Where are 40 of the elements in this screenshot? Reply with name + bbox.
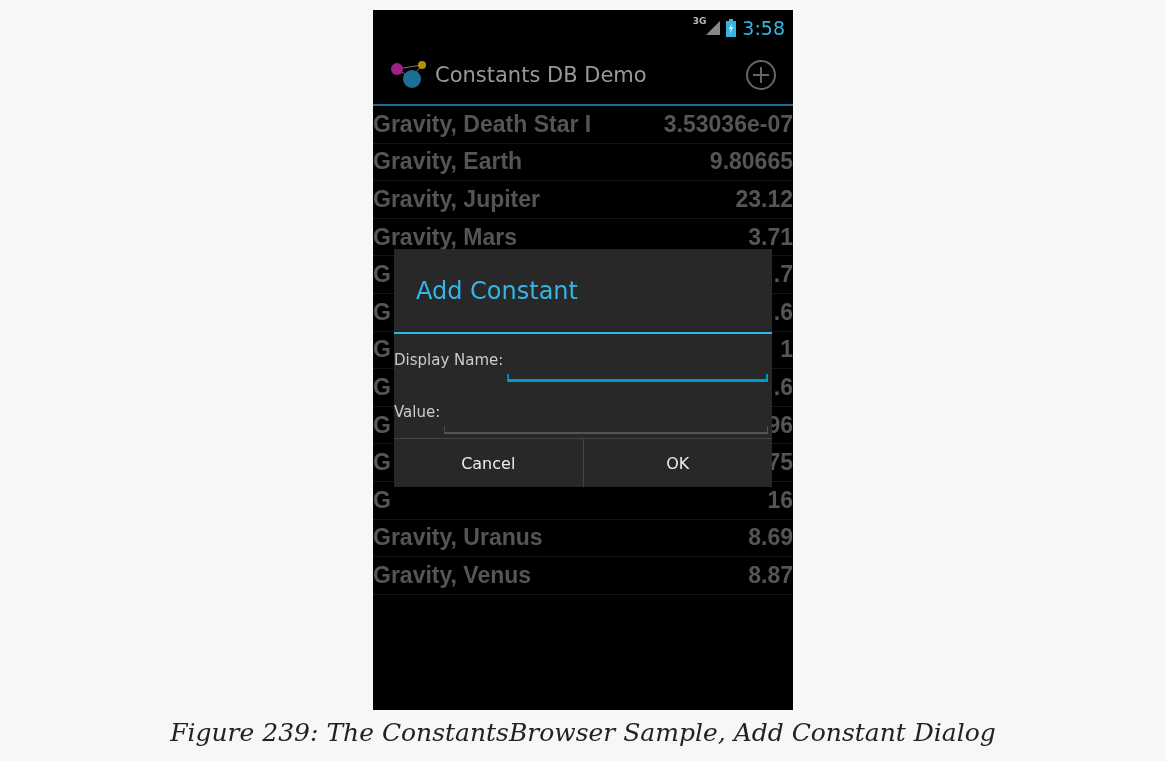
constant-value: .6 <box>773 373 793 401</box>
list-row[interactable]: Gravity, Venus 8.87 <box>373 557 793 595</box>
network-type: 3G <box>692 16 707 26</box>
constant-value: 3.71 <box>748 223 793 251</box>
list-row[interactable]: Gravity, Jupiter 23.12 <box>373 181 793 219</box>
constant-name: Gravity, Death Star I <box>373 110 592 138</box>
constant-name: Gravity, Jupiter <box>373 186 541 213</box>
constant-name: G <box>373 298 391 326</box>
list-row[interactable]: Gravity, Death Star I 3.53036e-07 <box>373 106 793 144</box>
constant-name: G <box>373 486 391 514</box>
dialog-title: Add Constant <box>394 249 772 334</box>
constant-name: G <box>373 336 391 364</box>
constant-name: Gravity, Venus <box>373 561 532 589</box>
constant-name: G <box>373 449 391 477</box>
constant-name: G <box>373 373 391 401</box>
field-label: Display Name: <box>394 351 504 369</box>
constant-value: 8.69 <box>748 524 793 552</box>
add-button[interactable] <box>745 59 777 91</box>
battery-icon <box>726 19 737 37</box>
constant-value: .7 <box>773 261 793 289</box>
constant-name: Gravity, Uranus <box>373 524 543 552</box>
constant-value: 9.80665 <box>709 148 793 176</box>
constant-value: 3.53036e-07 <box>663 110 793 138</box>
signal-icon <box>706 21 721 35</box>
constant-name: G <box>373 261 391 289</box>
constant-value: 23.12 <box>735 186 793 213</box>
constant-name: Gravity, Mars <box>373 223 518 251</box>
list-row[interactable]: Gravity, Earth 9.80665 <box>373 143 793 182</box>
constant-value: 16 <box>767 486 793 514</box>
constant-name: G <box>373 411 391 439</box>
constant-value: 1 <box>780 336 793 364</box>
constant-value: 8.87 <box>748 561 793 589</box>
clock: 3:58 <box>742 17 785 39</box>
figure-caption: Figure 239: The ConstantsBrowser Sample, Add Constant Dialog <box>170 718 996 747</box>
list-row[interactable]: Gravity, Uranus 8.69 <box>373 519 793 558</box>
molecule-icon <box>389 60 427 90</box>
constant-name: Gravity, Earth <box>373 148 523 176</box>
app-title: Constants DB Demo <box>435 63 648 87</box>
field-label: Value: <box>394 403 441 421</box>
constant-value: .6 <box>773 298 793 326</box>
